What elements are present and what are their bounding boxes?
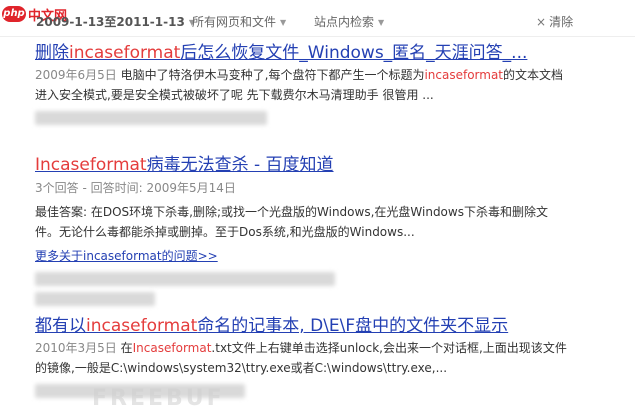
watermark: FREEBUF bbox=[92, 386, 225, 411]
keyword-highlight: Incaseformat bbox=[132, 341, 212, 355]
result-date: 2009年6月5日 bbox=[35, 68, 117, 82]
keyword-highlight: incaseformat bbox=[424, 68, 504, 82]
chevron-down-icon: ▼ bbox=[280, 18, 287, 27]
blurred-url bbox=[35, 292, 615, 306]
result-abstract: 2009年6月5日 电脑中了特洛伊木马变种了,每个盘符下都产生一个标题为inca… bbox=[35, 68, 564, 82]
search-result: Incaseformat病毒无法查杀 - 百度知道 3个回答 - 回答时间: 2… bbox=[35, 153, 615, 306]
result-abstract: 2010年3月5日 在Incaseformat.txt文件上右键单击选择unlo… bbox=[35, 341, 567, 355]
search-result: 删除incaseformat后怎么恢复文件_Windows_匿名_天涯问答_..… bbox=[35, 41, 615, 125]
site-search-label: 站点内检索 bbox=[314, 15, 375, 29]
keyword-highlight: incaseformat bbox=[86, 316, 198, 336]
result-title-link[interactable]: 都有以incaseformat命名的记事本, D\E\F盘中的文件夹不显示 bbox=[35, 314, 615, 338]
result-abstract-line: 最佳答案: 在DOS环境下杀毒,删除;或找一个光盘版的Windows,在光盘Wi… bbox=[35, 205, 548, 219]
chevron-down-icon: ▼ bbox=[378, 18, 385, 27]
result-answer-meta: 3个回答 - 回答时间: 2009年5月14日 bbox=[35, 181, 236, 195]
php-logo-badge: php bbox=[2, 6, 26, 22]
keyword-highlight: Incaseformat bbox=[35, 155, 147, 175]
result-abstract-line: 的镜像,一般是C:\windows\system32\ttry.exe或者C:\… bbox=[35, 361, 448, 375]
blurred-url bbox=[35, 111, 615, 125]
clear-filters-button[interactable]: × 清除 bbox=[536, 13, 573, 30]
result-abstract-line: 进入安全模式,要是安全模式被破坏了呢 先下载费尔木马清理助手 很管用 ... bbox=[35, 88, 434, 102]
close-icon: × bbox=[536, 15, 547, 29]
blurred-url-segment bbox=[35, 272, 335, 286]
more-questions-link[interactable]: 更多关于incaseformat的问题>> bbox=[35, 246, 615, 266]
blurred-url bbox=[35, 272, 615, 286]
blurred-url-segment bbox=[35, 111, 267, 125]
file-scope-label: 所有网页和文件 bbox=[192, 15, 277, 29]
result-title-link[interactable]: 删除incaseformat后怎么恢复文件_Windows_匿名_天涯问答_..… bbox=[35, 41, 615, 65]
keyword-highlight: incaseformat bbox=[69, 43, 181, 63]
result-date: 2010年3月5日 bbox=[35, 341, 117, 355]
file-scope-filter[interactable]: 所有网页和文件 ▼ bbox=[192, 13, 286, 30]
time-range-label: 2009-1-13至2011-1-13 bbox=[36, 15, 185, 29]
time-range-filter[interactable]: 2009-1-13至2011-1-13 ▼ bbox=[36, 13, 195, 30]
result-abstract-line: 件。无论什么毒都能杀掉或删掉。至于Dos系统,和光盘版的Windows... bbox=[35, 225, 415, 239]
site-search-filter[interactable]: 站点内检索 ▼ bbox=[314, 13, 384, 30]
clear-label: 清除 bbox=[549, 15, 574, 29]
blurred-url-segment bbox=[35, 292, 155, 306]
result-title-link[interactable]: Incaseformat病毒无法查杀 - 百度知道 bbox=[35, 153, 615, 177]
search-filter-bar: php 中文网 2009-1-13至2011-1-13 ▼ 所有网页和文件 ▼ 站点… bbox=[0, 0, 635, 37]
